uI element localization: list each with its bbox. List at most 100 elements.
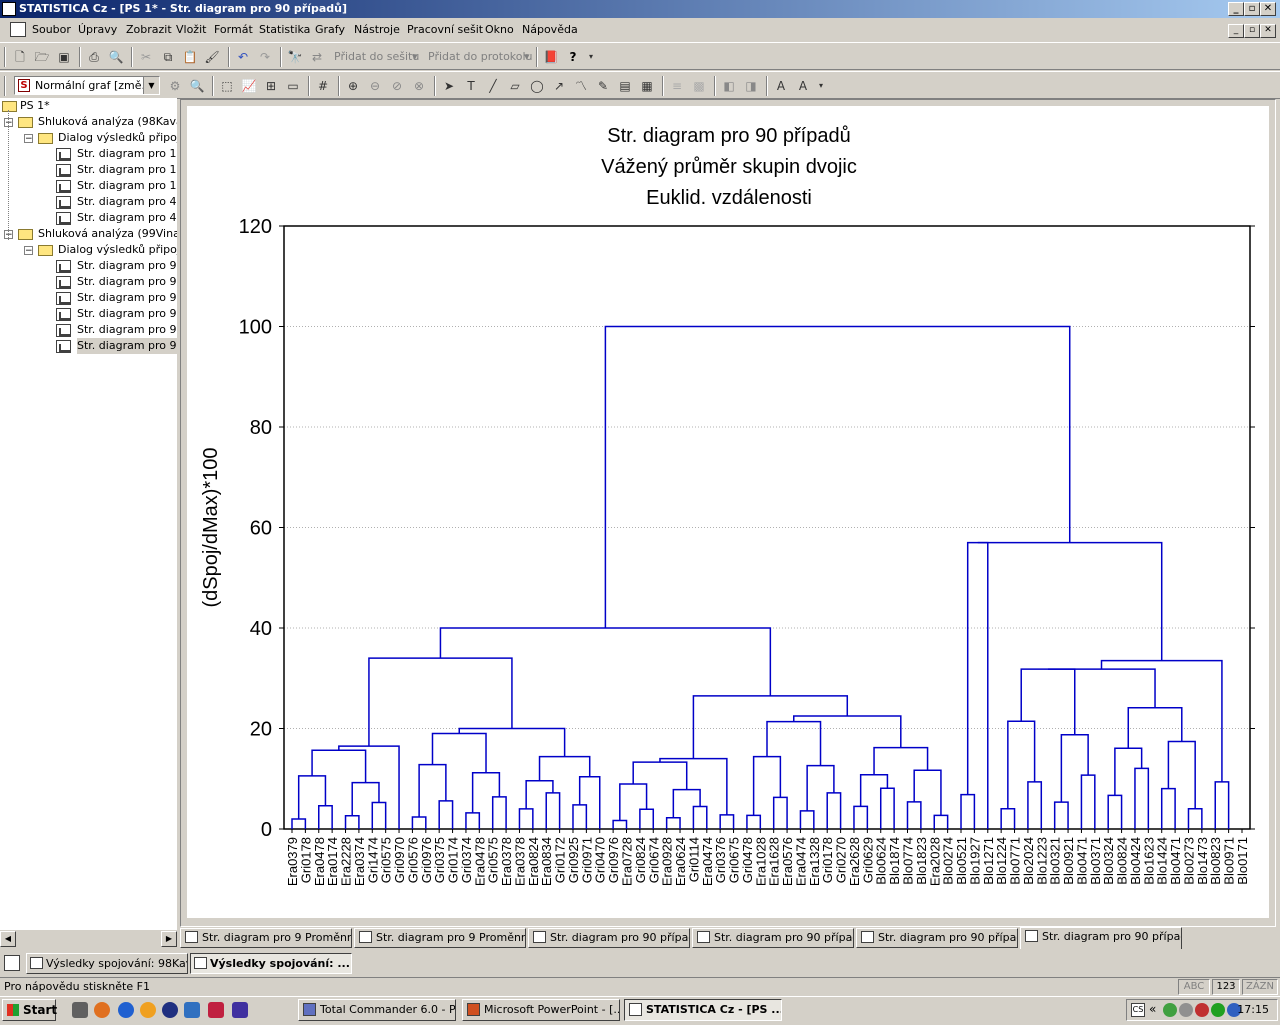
scroll-left-icon[interactable]: ◀ (0, 931, 16, 947)
add-to-report-dropdown-icon[interactable]: ▾ (524, 50, 530, 63)
draw-rect-icon[interactable]: ▱ (506, 77, 524, 95)
pointer-icon[interactable]: ➤ (440, 77, 458, 95)
zoom-out-icon[interactable]: ⊖ (366, 77, 384, 95)
dendrogram-chart[interactable]: Str. diagram pro 90 případů Vážený průměr… (181, 100, 1275, 926)
mdi-minimize-button[interactable]: _ (1228, 24, 1244, 38)
maximize-button[interactable]: ▫ (1244, 2, 1260, 16)
task-statistica[interactable]: STATISTICA Cz - [PS ... (624, 999, 782, 1021)
save-icon[interactable]: ▣ (55, 48, 73, 66)
minimize-button[interactable]: _ (1228, 2, 1244, 16)
brush-icon[interactable]: ⊘ (388, 77, 406, 95)
text-tool-icon[interactable]: T (462, 77, 480, 95)
quicklaunch-tool-icon[interactable] (208, 1002, 224, 1018)
quicklaunch-calc-icon[interactable] (72, 1002, 88, 1018)
scroll-right-icon[interactable]: ▶ (161, 931, 177, 947)
send-back-icon[interactable]: ◨ (742, 77, 760, 95)
copy-icon[interactable]: ⧉ (159, 48, 177, 66)
doc-tab-1[interactable]: Str. diagram pro 9 Proměnné (180, 928, 352, 948)
quicklaunch-media-icon[interactable] (162, 1002, 178, 1018)
menu-okno[interactable]: Okno (485, 23, 514, 36)
bring-front-icon[interactable]: ◧ (720, 77, 738, 95)
tray-security-icon[interactable] (1179, 1003, 1193, 1017)
mdi-restore-button[interactable]: ▫ (1244, 24, 1260, 38)
quicklaunch-ie-icon[interactable] (118, 1002, 134, 1018)
help-pointer-icon[interactable]: ? (564, 48, 582, 66)
tray-update-icon[interactable] (1211, 1003, 1225, 1017)
menu-format[interactable]: Formát (214, 23, 253, 36)
replace-icon[interactable]: ⇄ (308, 48, 326, 66)
quicklaunch-firefox-icon[interactable] (94, 1002, 110, 1018)
tray-expand-icon[interactable]: « (1149, 1002, 1156, 1016)
redo-icon[interactable]: ↷ (256, 48, 274, 66)
tree-collapse-icon[interactable]: − (24, 134, 33, 144)
new-file-icon[interactable]: 🗋 (11, 48, 29, 66)
fill-pattern-icon[interactable]: ▩ (690, 77, 708, 95)
results-tab-active[interactable]: Výsledky spojování: ... (190, 953, 352, 974)
line-graph-icon[interactable]: 📈 (240, 77, 258, 95)
menu-vlozit[interactable]: Vložit (176, 23, 206, 36)
doc-tab-4[interactable]: Str. diagram pro 90 případů (692, 928, 854, 948)
task-total-commander[interactable]: Total Commander 6.0 - P... (298, 999, 456, 1021)
zoom-graph-icon[interactable]: 🔍 (188, 77, 206, 95)
grid-icon[interactable]: # (314, 77, 332, 95)
menu-grafy[interactable]: Grafy (315, 23, 345, 36)
find-icon[interactable]: 🔭 (286, 48, 304, 66)
close-button[interactable]: ✕ (1260, 2, 1276, 16)
statistica-icon[interactable] (4, 955, 20, 971)
paste-icon[interactable]: 📋 (181, 48, 199, 66)
print-icon[interactable]: ⎙ (85, 48, 103, 66)
add-to-report-button[interactable]: Přidat do protokolu (428, 50, 533, 63)
draw-ellipse-icon[interactable]: ◯ (528, 77, 546, 95)
doc-tab-5[interactable]: Str. diagram pro 90 případů (856, 928, 1018, 948)
doc-tab-2[interactable]: Str. diagram pro 9 Proměnné (354, 928, 526, 948)
book-icon[interactable]: 📕 (542, 48, 560, 66)
graph-type-combo[interactable]: S Normální graf [změ... ▼ (14, 76, 160, 95)
line-style-icon[interactable]: ≡ (668, 77, 686, 95)
chevron-down-icon[interactable]: ▼ (143, 77, 159, 94)
draw-arrow-icon[interactable]: ↗ (550, 77, 568, 95)
draw-line-icon[interactable]: ╱ (484, 77, 502, 95)
format-painter-icon[interactable]: 🖌 (203, 48, 221, 66)
task-powerpoint[interactable]: Microsoft PowerPoint - [... (462, 999, 620, 1021)
mdi-close-button[interactable]: ✕ (1260, 24, 1276, 38)
insert-image-icon[interactable]: ▦ (638, 77, 656, 95)
reset-zoom-icon[interactable]: ⊗ (410, 77, 428, 95)
menu-statistika[interactable]: Statistika (259, 23, 310, 36)
graph-options-icon[interactable]: ⚙ (166, 77, 184, 95)
font-dropdown-icon[interactable]: ▾ (812, 77, 830, 95)
undo-icon[interactable]: ↶ (234, 48, 252, 66)
menu-soubor[interactable]: Soubor (32, 23, 71, 36)
doc-tab-6-active[interactable]: Str. diagram pro 90 případů (1020, 927, 1182, 949)
doc-tab-3[interactable]: Str. diagram pro 90 případů (528, 928, 690, 948)
insert-object-icon[interactable]: ▤ (616, 77, 634, 95)
document-icon[interactable] (10, 22, 26, 37)
add-graph-icon[interactable]: ⊞ (262, 77, 280, 95)
menu-napoveda[interactable]: Nápověda (522, 23, 578, 36)
draw-polyline-icon[interactable]: 〽 (572, 77, 590, 95)
add-to-workbook-button[interactable]: Přidat do sešitu (334, 50, 419, 63)
tree-collapse-icon[interactable]: − (24, 246, 33, 256)
menu-pracovni-sesit[interactable]: Pracovní sešit (407, 23, 483, 36)
quicklaunch-app-icon[interactable] (184, 1002, 200, 1018)
tray-antivirus-icon[interactable] (1195, 1003, 1209, 1017)
menu-zobrazit[interactable]: Zobrazit (126, 23, 172, 36)
tree-horizontal-scrollbar[interactable]: ◀ ▶ (0, 930, 177, 948)
font-smaller-icon[interactable]: A (794, 77, 812, 95)
language-icon[interactable]: CS (1131, 1003, 1145, 1017)
start-button[interactable]: Start (2, 999, 57, 1021)
print-preview-icon[interactable]: 🔍 (107, 48, 125, 66)
cut-icon[interactable]: ✂ (137, 48, 155, 66)
select-area-icon[interactable]: ⬚ (218, 77, 236, 95)
tray-network-icon[interactable] (1163, 1003, 1177, 1017)
results-tab-98kava[interactable]: Výsledky spojování: 98Kava (26, 953, 188, 974)
freehand-icon[interactable]: ✎ (594, 77, 612, 95)
open-folder-icon[interactable]: 🗁 (33, 48, 51, 66)
zoom-in-icon[interactable]: ⊕ (344, 77, 362, 95)
graph-window-icon[interactable]: ▭ (284, 77, 302, 95)
menu-nastroje[interactable]: Nástroje (354, 23, 400, 36)
menu-upravy[interactable]: Úpravy (78, 23, 117, 36)
quicklaunch-clock-icon[interactable] (140, 1002, 156, 1018)
font-larger-icon[interactable]: A (772, 77, 790, 95)
app-icon[interactable] (2, 2, 16, 16)
help-dropdown-icon[interactable]: ▾ (582, 48, 600, 66)
